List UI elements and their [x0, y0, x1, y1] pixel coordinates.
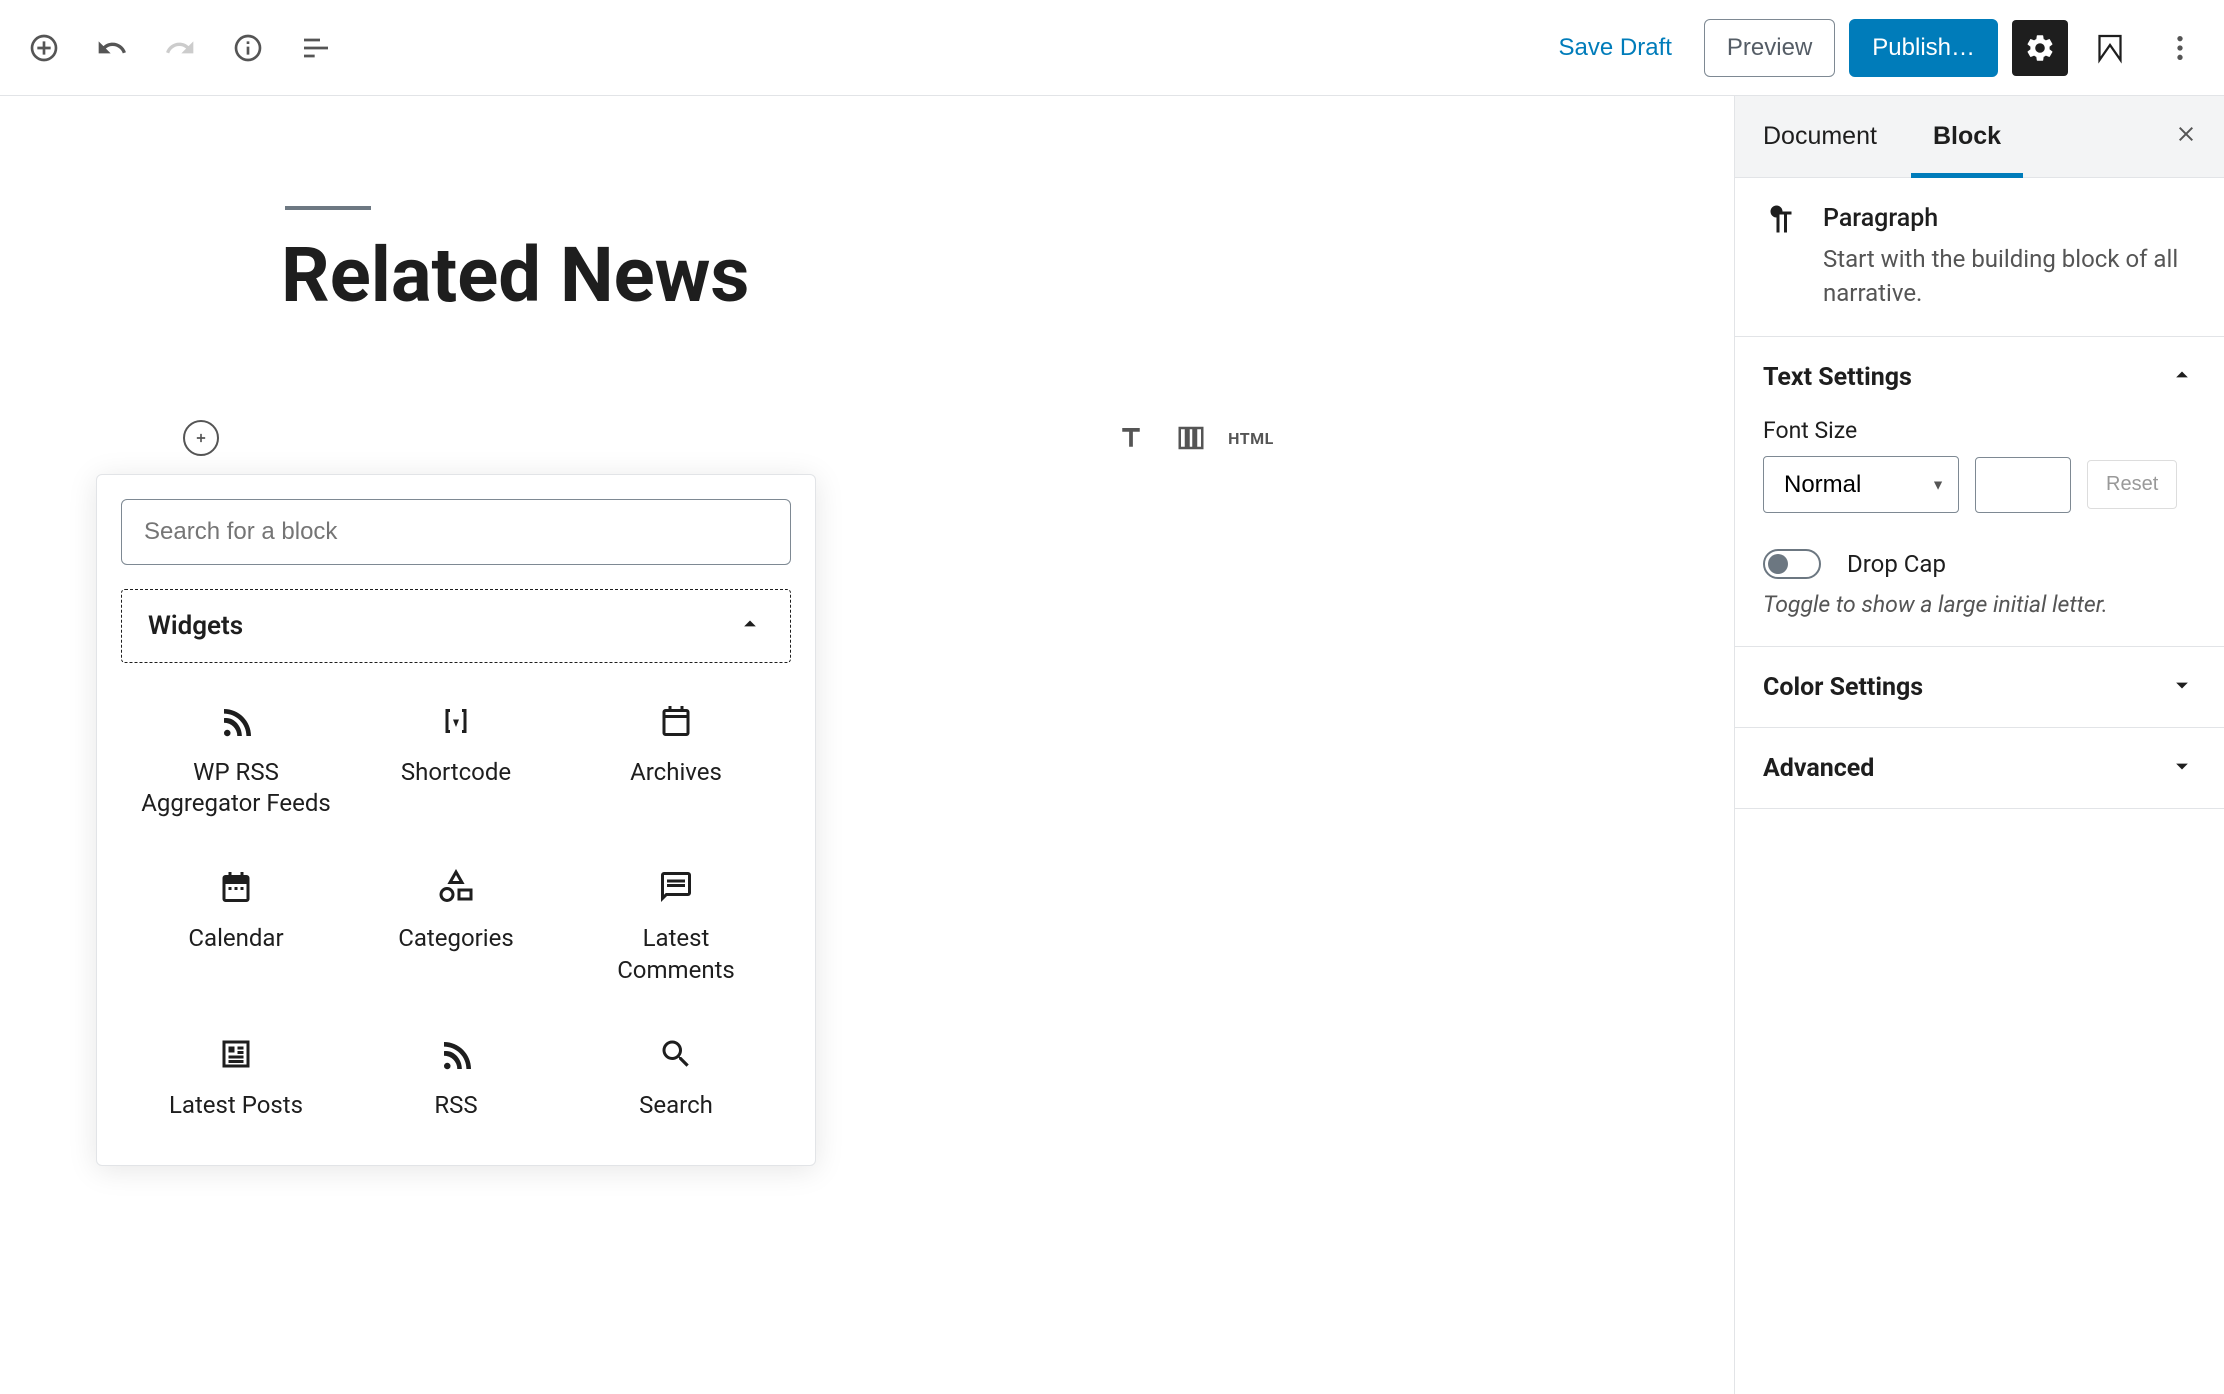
plus-circle-icon [28, 32, 60, 64]
paragraph-block-icon [1763, 204, 1799, 310]
post-title[interactable]: Related News [281, 230, 1467, 320]
settings-button[interactable] [2012, 20, 2068, 76]
redo-icon [164, 32, 196, 64]
block-item-search[interactable]: Search [571, 1016, 781, 1141]
info-button[interactable] [220, 20, 276, 76]
block-item-wp-rss-aggregator[interactable]: WP RSS Aggregator Feeds [131, 683, 341, 839]
undo-icon [96, 32, 128, 64]
tab-block[interactable]: Block [1905, 96, 2029, 177]
font-size-label: Font Size [1763, 417, 2196, 444]
panel-text-settings: Text Settings Font Size Normal ▼ Reset [1735, 337, 2224, 647]
shortcode-icon [438, 703, 474, 739]
plus-icon [191, 428, 211, 448]
block-tools: HTML [1115, 422, 1267, 454]
chevron-down-icon [2168, 671, 2196, 703]
publish-button[interactable]: Publish… [1849, 19, 1998, 77]
block-card-title: Paragraph [1823, 204, 2196, 233]
redo-button[interactable] [152, 20, 208, 76]
calendar-icon [218, 869, 254, 905]
paragraph-tool[interactable] [1115, 422, 1147, 454]
columns-icon [1176, 423, 1206, 453]
blocks-grid: WP RSS Aggregator Feeds Shortcode Archiv… [121, 663, 791, 1141]
preview-button[interactable]: Preview [1704, 19, 1835, 77]
block-item-archives[interactable]: Archives [571, 683, 781, 839]
block-item-latest-posts[interactable]: Latest Posts [131, 1016, 341, 1141]
posts-icon [218, 1036, 254, 1072]
undo-button[interactable] [84, 20, 140, 76]
chevron-down-icon [2168, 752, 2196, 784]
chevron-up-icon [736, 610, 764, 642]
main-layout: Related News HTML Widgets [0, 96, 2224, 1394]
close-icon [2174, 122, 2198, 146]
save-draft-button[interactable]: Save Draft [1541, 22, 1690, 74]
font-size-number-input[interactable] [1975, 457, 2071, 513]
html-tool[interactable]: HTML [1235, 422, 1267, 454]
search-icon [658, 1036, 694, 1072]
rss-icon [438, 1036, 474, 1072]
block-item-shortcode[interactable]: Shortcode [351, 683, 561, 839]
tab-document[interactable]: Document [1735, 96, 1905, 177]
add-block-button[interactable] [16, 20, 72, 76]
close-sidebar-button[interactable] [2148, 96, 2224, 177]
yoast-button[interactable] [2082, 20, 2138, 76]
font-size-row: Normal ▼ Reset [1763, 456, 2196, 513]
block-item-categories[interactable]: Categories [351, 849, 561, 1005]
inserter-category: Widgets [121, 589, 791, 663]
post-title-block: Related News [267, 206, 1467, 320]
font-size-select-wrap: Normal ▼ [1763, 456, 1959, 513]
block-item-calendar[interactable]: Calendar [131, 849, 341, 1005]
drop-cap-toggle[interactable] [1763, 549, 1821, 579]
block-card-description: Start with the building block of all nar… [1823, 243, 2196, 310]
panel-header-text-settings[interactable]: Text Settings [1735, 337, 2224, 417]
list-view-icon [300, 32, 332, 64]
font-size-select[interactable]: Normal [1763, 456, 1959, 513]
block-card: Paragraph Start with the building block … [1735, 178, 2224, 337]
outline-button[interactable] [288, 20, 344, 76]
block-item-latest-comments[interactable]: Latest Comments [571, 849, 781, 1005]
categories-icon [438, 869, 474, 905]
more-vertical-icon [2164, 32, 2196, 64]
sidebar-tabs: Document Block [1735, 96, 2224, 178]
block-inserter-popup: Widgets WP RSS Aggregator Feeds Shortcod… [96, 474, 816, 1166]
toolbar-left [16, 20, 344, 76]
panel-header-advanced[interactable]: Advanced [1735, 728, 2224, 808]
drop-cap-hint: Toggle to show a large initial letter. [1763, 591, 2196, 618]
panel-body-text-settings: Font Size Normal ▼ Reset Drop Cap [1735, 417, 2224, 646]
panel-color-settings: Color Settings [1735, 647, 2224, 728]
title-divider [285, 206, 371, 210]
settings-sidebar: Document Block Paragraph Start with the … [1734, 96, 2224, 1394]
columns-tool[interactable] [1175, 422, 1207, 454]
gear-icon [2024, 32, 2056, 64]
block-item-rss[interactable]: RSS [351, 1016, 561, 1141]
yoast-icon [2092, 30, 2128, 66]
toolbar-right: Save Draft Preview Publish… [1541, 19, 2208, 77]
panel-header-color-settings[interactable]: Color Settings [1735, 647, 2224, 727]
reset-button[interactable]: Reset [2087, 460, 2177, 509]
inserter-search-input[interactable] [121, 499, 791, 565]
panel-advanced: Advanced [1735, 728, 2224, 809]
comments-icon [658, 869, 694, 905]
category-title: Widgets [148, 611, 243, 641]
add-block-inline-button[interactable] [183, 420, 219, 456]
category-header[interactable]: Widgets [122, 590, 790, 662]
info-icon [232, 32, 264, 64]
paragraph-icon [1116, 423, 1146, 453]
toggle-thumb [1768, 554, 1788, 574]
top-toolbar: Save Draft Preview Publish… [0, 0, 2224, 96]
block-insert-row: HTML [267, 420, 1467, 456]
drop-cap-row: Drop Cap [1763, 549, 2196, 579]
rss-icon [218, 703, 254, 739]
more-options-button[interactable] [2152, 20, 2208, 76]
archives-icon [658, 703, 694, 739]
chevron-up-icon [2168, 361, 2196, 393]
drop-cap-label: Drop Cap [1847, 550, 1946, 578]
